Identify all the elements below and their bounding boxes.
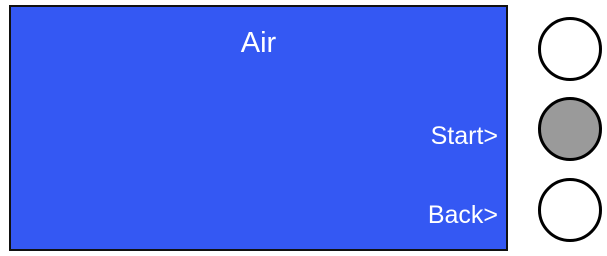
top-hardware-button[interactable]: [538, 17, 602, 81]
back-softkey-label: Back>: [427, 201, 498, 229]
start-softkey-label: Start>: [430, 122, 498, 150]
start-hardware-button[interactable]: [538, 97, 602, 161]
back-hardware-button[interactable]: [538, 178, 602, 242]
device-panel: Air Start> Back>: [0, 0, 607, 256]
screen-title: Air: [240, 27, 277, 59]
display-screen: Air Start> Back>: [9, 5, 508, 251]
